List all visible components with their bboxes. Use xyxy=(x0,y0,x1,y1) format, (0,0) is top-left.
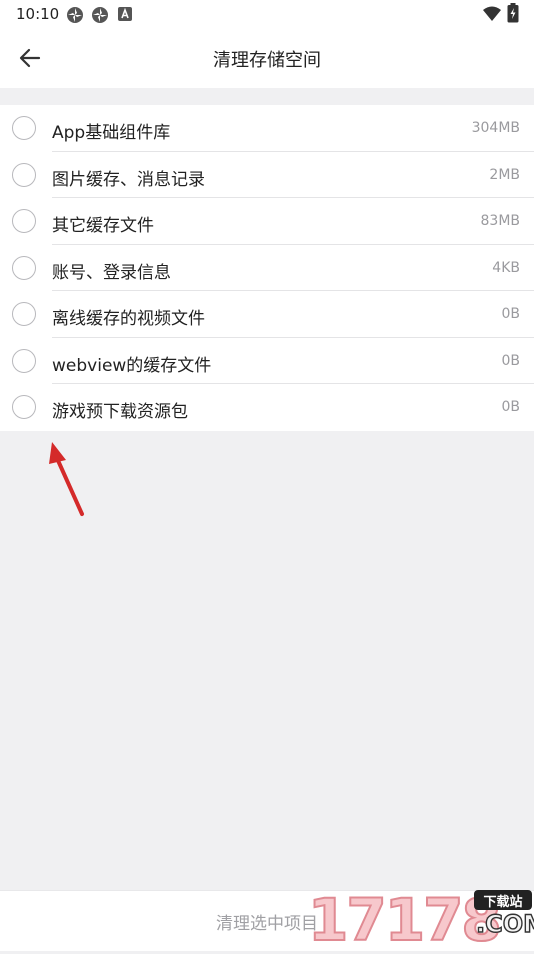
item-label: 游戏预下载资源包 xyxy=(52,402,188,422)
list-item[interactable]: 图片缓存、消息记录 2MB xyxy=(0,152,534,198)
item-size: 2MB xyxy=(489,166,520,183)
radio-button[interactable] xyxy=(12,162,36,187)
watermark-badge: 下载站 xyxy=(474,890,532,910)
item-label: 账号、登录信息 xyxy=(52,262,171,283)
a-box-icon xyxy=(118,7,132,21)
radio-button[interactable] xyxy=(12,302,36,326)
radio-button[interactable] xyxy=(12,348,36,373)
pinwheel-icon xyxy=(92,7,108,23)
status-bar: 10:10 xyxy=(0,0,534,28)
item-size: 83MB xyxy=(480,213,521,229)
list-item[interactable]: webview的缓存文件 0B xyxy=(0,338,534,384)
radio-button[interactable] xyxy=(12,395,36,419)
item-size: 304MB xyxy=(471,120,520,136)
item-size: 0B xyxy=(501,306,520,322)
radio-button[interactable] xyxy=(12,255,36,280)
radio-button[interactable] xyxy=(12,209,36,233)
radio-button[interactable] xyxy=(12,116,36,140)
watermark-logo: 17178 下载站 .COM xyxy=(307,884,534,954)
item-size: 0B xyxy=(501,399,520,415)
item-label: App基础组件库 xyxy=(52,123,171,143)
item-label: webview的缓存文件 xyxy=(52,355,212,376)
pinwheel-icon xyxy=(67,7,83,23)
item-size: 0B xyxy=(501,352,520,369)
page-title: 清理存储空间 xyxy=(213,50,321,71)
wifi-icon xyxy=(483,6,501,21)
list-item[interactable]: 离线缓存的视频文件 0B xyxy=(0,291,534,338)
item-label: 图片缓存、消息记录 xyxy=(52,169,205,190)
watermark-digits: 17178 xyxy=(307,885,503,954)
app-bar: 清理存储空间 xyxy=(0,28,534,88)
storage-item-list: App基础组件库 304MB 图片缓存、消息记录 2MB 其它缓存文件 83MB… xyxy=(0,105,534,431)
battery-charging-icon xyxy=(507,3,519,23)
annotation-arrow-icon xyxy=(49,442,84,516)
list-item[interactable]: 游戏预下载资源包 0B xyxy=(0,384,534,431)
list-item[interactable]: 其它缓存文件 83MB xyxy=(0,198,534,245)
item-label: 其它缓存文件 xyxy=(52,216,154,236)
watermark-com: .COM xyxy=(475,909,534,938)
status-time: 10:10 xyxy=(16,5,60,23)
list-item[interactable]: 账号、登录信息 4KB xyxy=(0,245,534,291)
list-item[interactable]: App基础组件库 304MB xyxy=(0,105,534,152)
item-size: 4KB xyxy=(492,259,520,276)
item-label: 离线缓存的视频文件 xyxy=(52,309,205,329)
